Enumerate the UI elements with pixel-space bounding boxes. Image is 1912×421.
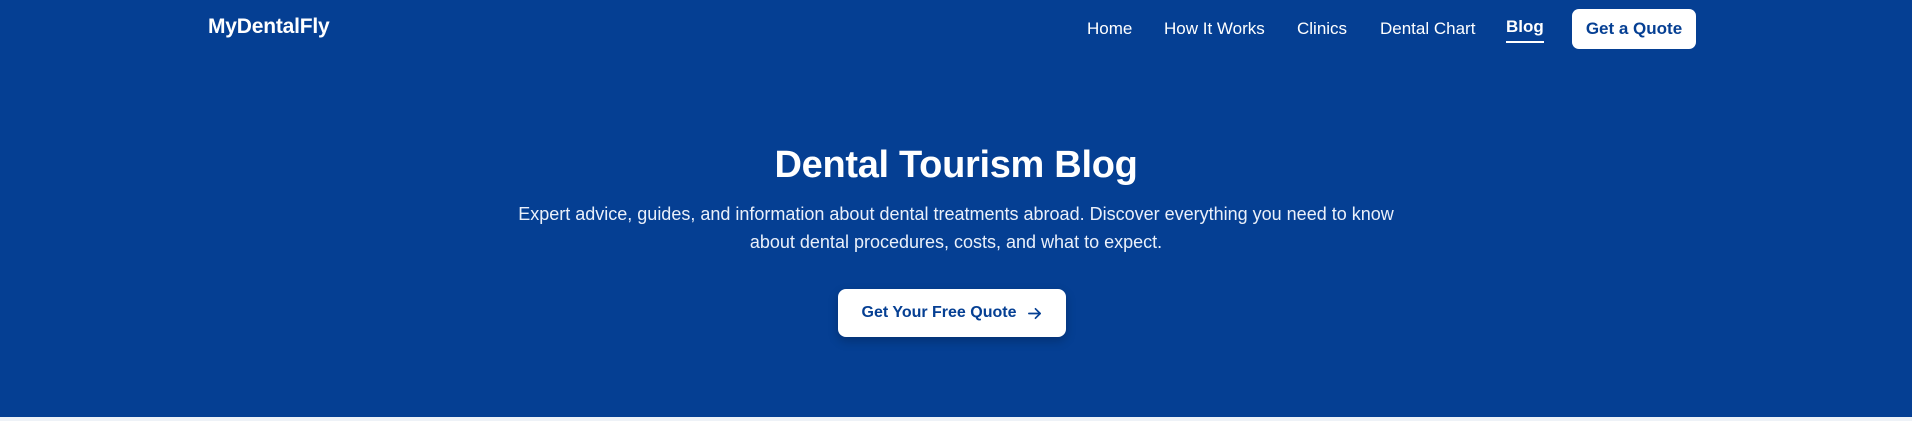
nav-item-how-it-works[interactable]: How It Works — [1164, 18, 1265, 40]
site-header: MyDentalFly Home How It Works Clinics De… — [0, 0, 1912, 58]
page: MyDentalFly Home How It Works Clinics De… — [0, 0, 1912, 421]
get-free-quote-button[interactable]: Get Your Free Quote — [838, 289, 1066, 337]
page-title: Dental Tourism Blog — [774, 144, 1138, 186]
get-a-quote-label: Get a Quote — [1585, 19, 1683, 38]
nav-item-home[interactable]: Home — [1087, 18, 1132, 40]
section-divider — [0, 417, 1912, 421]
nav-item-clinics[interactable]: Clinics — [1297, 18, 1347, 40]
nav-item-dental-chart[interactable]: Dental Chart — [1380, 18, 1475, 40]
hero-subtitle: Expert advice, guides, and information a… — [518, 204, 1394, 252]
get-free-quote-label: Get Your Free Quote — [861, 304, 1017, 321]
arrow-right-icon — [1027, 305, 1043, 321]
nav-item-blog[interactable]: Blog — [1506, 16, 1544, 43]
get-a-quote-button[interactable]: Get a Quote — [1572, 9, 1696, 49]
